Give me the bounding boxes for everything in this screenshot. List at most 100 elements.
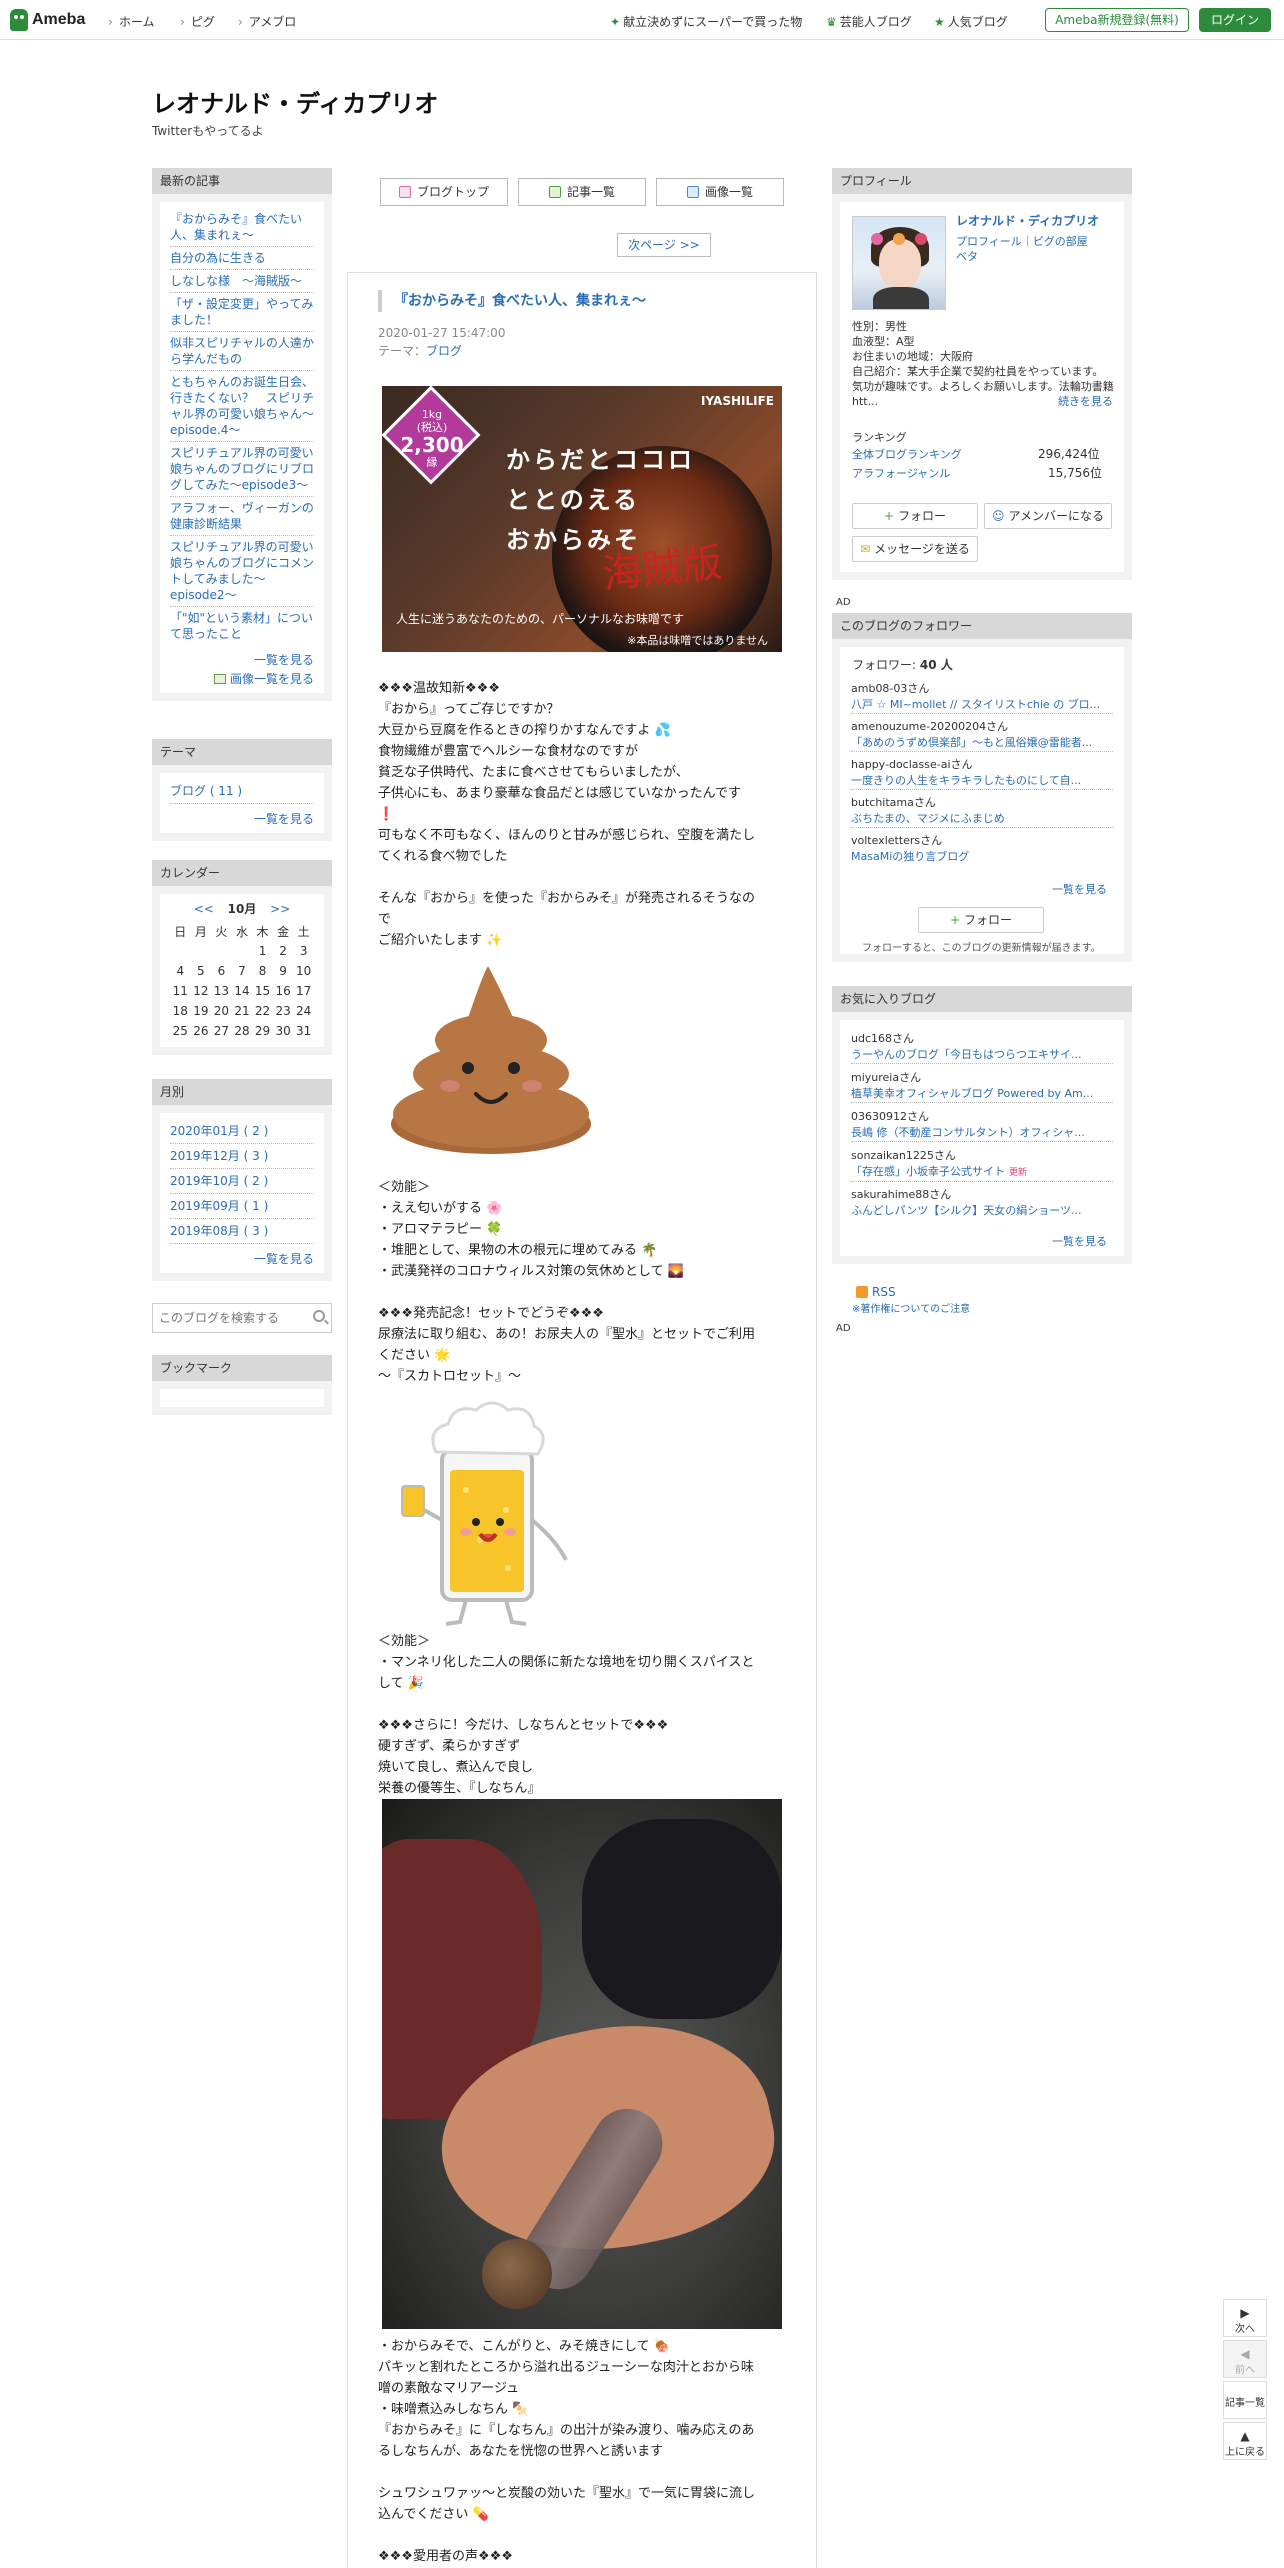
tab-image-list[interactable]: 画像一覧: [656, 178, 784, 206]
favorite-item: miyureiaさん 植草美幸オフィシャルブログ Powered by Am...: [851, 1070, 1113, 1103]
list-icon: [548, 186, 561, 198]
next-page-link[interactable]: 次ページ >>: [617, 233, 711, 257]
ameba-logo-icon: [10, 9, 28, 31]
popular-blog-link[interactable]: ★ 人気ブログ: [934, 13, 1008, 30]
hero-caption: 人生に迷うあなたのための、パーソナルなお味噌です: [396, 612, 685, 626]
calendar-day: 19: [193, 1004, 209, 1018]
prev-entry-button[interactable]: ◀ 前へ: [1223, 2340, 1267, 2378]
hand-photo[interactable]: [382, 1799, 782, 2329]
profile-name[interactable]: レオナルド・ディカプリオ: [956, 214, 1099, 229]
next-entry-button[interactable]: ▶ 次へ: [1223, 2299, 1267, 2337]
calendar-day: 2: [279, 944, 287, 958]
badge-weight: 1kg: [421, 408, 443, 421]
entry-title[interactable]: 『おからみそ』食べたい人、集まれぇ～: [378, 290, 646, 312]
trend-link[interactable]: ✦ 献立決めずにスーパーで買った物: [610, 13, 802, 30]
follower-blog-link[interactable]: 「あめのうずめ倶楽部」～もと風俗嬢@雷能者...: [851, 735, 1113, 752]
theme-link[interactable]: ブログ ( 11 ): [170, 779, 314, 804]
calendar-day: 6: [217, 964, 226, 978]
recent-entry-link[interactable]: 「ザ・設定変更」やってみました！: [170, 293, 314, 332]
recent-entry-link[interactable]: 似非スピリチャルの人達から学んだもの: [170, 332, 314, 371]
login-button[interactable]: ログイン: [1199, 8, 1271, 32]
ameba-logo[interactable]: Ameba: [10, 9, 85, 31]
follower-blog-link[interactable]: 一度きりの人生をキラキラしたものにして自...: [851, 773, 1113, 790]
entry-theme-link[interactable]: ブログ: [426, 344, 462, 358]
follower-blog-link[interactable]: 八戸 ☆ MI~mollet // スタイリストchie の ブロ...: [851, 697, 1113, 714]
entry-list-button[interactable]: 記事一覧: [1223, 2381, 1267, 2419]
favorite-blog-link[interactable]: ふんどしパンツ【シルク】天女の絹ショーツ...: [851, 1203, 1113, 1219]
tab-entry-list[interactable]: 記事一覧: [518, 178, 646, 206]
rank-genre-link[interactable]: アラフォージャンル: [852, 466, 950, 481]
recent-entry-link[interactable]: 『おからみそ』食べたい人、集まれぇ～: [170, 208, 314, 247]
favorite-blog-link[interactable]: うーやんのブログ「今日もはつらつエキサイ...: [851, 1047, 1113, 1064]
avatar-body: [873, 287, 929, 309]
body-text: ❗: [378, 807, 395, 822]
body-text: 込んでください 💊: [378, 2507, 489, 2522]
archive-more-link[interactable]: 一覧を見る: [254, 1252, 314, 1266]
follow-button-bottom[interactable]: + フォロー: [918, 907, 1044, 933]
search-icon[interactable]: [313, 1310, 325, 1322]
favorite-blog-link[interactable]: 植草美幸オフィシャルブログ Powered by Am...: [851, 1086, 1113, 1103]
archive-month-link[interactable]: 2019年10月 ( 2 ): [170, 1169, 314, 1194]
calendar-day: 29: [254, 1024, 271, 1038]
recent-more-link[interactable]: 一覧を見る: [254, 653, 314, 667]
favorite-blog-link[interactable]: 「存在感」小坂幸子公式サイト: [851, 1165, 1005, 1178]
recent-entry-link[interactable]: 「"如"という素材」について思ったこと: [170, 607, 314, 645]
tab-blog-top[interactable]: ブログトップ: [380, 178, 508, 206]
weekday-label: 日: [174, 924, 187, 939]
nav-home[interactable]: ホーム: [108, 13, 155, 30]
calendar-day: 4: [176, 964, 185, 978]
follower-blog-link[interactable]: MasaMiの独り言ブログ: [851, 849, 1113, 865]
recent-entry-link[interactable]: 自分の為に生きる: [170, 247, 314, 270]
register-button[interactable]: Ameba新規登録(無料): [1045, 8, 1189, 32]
body-text: ・堆肥として、果物の木の根元に埋めてみる 🌴: [378, 1243, 658, 1258]
okara-miso-banner-image[interactable]: 1kg (税込) 2,300 縁 IYASHILIFE からだとココロ ととのえ…: [382, 386, 782, 652]
profile-avatar[interactable]: [852, 216, 946, 310]
sparkle-icon: ✦: [610, 15, 621, 29]
profile-links[interactable]: プロフィール｜ピグの部屋: [956, 234, 1088, 249]
recent-entry-link[interactable]: ともちゃんのお誕生日会、行きたくない？ スピリチャル界の可愛い娘ちゃん～epis…: [170, 371, 314, 442]
ameba-logo-text: Ameba: [32, 11, 86, 28]
profile-beta-link[interactable]: ベタ: [956, 249, 978, 264]
recent-entry-link[interactable]: スピリチュアル界の可愛い娘ちゃんのブログにコメントしてみました～episode2…: [170, 536, 314, 607]
recent-entry-link[interactable]: スピリチュアル界の可愛い娘ちゃんのブログにリブログしてみた～episode3～: [170, 442, 314, 497]
favorite-blog-link[interactable]: 長嶋 修（不動産コンサルタント）オフィシャ...: [851, 1125, 1113, 1142]
recent-entry-link[interactable]: しなしな様 ～海賊版～: [170, 270, 314, 293]
rank-overall-link[interactable]: 全体ブログランキング: [852, 447, 962, 462]
blog-description: Twitterもやってるよ: [152, 124, 264, 138]
profile-more-link[interactable]: 続きを見る: [1058, 394, 1113, 409]
calendar-month: 10月: [227, 902, 257, 916]
celebrity-blog-link[interactable]: ♛ 芸能人ブログ: [826, 13, 912, 30]
recent-entry-link[interactable]: アラフォー、ヴィーガンの健康診断結果: [170, 497, 314, 536]
badge-price: 2,300: [400, 433, 464, 457]
avatar-flower: [893, 233, 905, 245]
archive-month-link[interactable]: 2020年01月 ( 2 ): [170, 1119, 314, 1144]
favorites-more-link[interactable]: 一覧を見る: [1052, 1234, 1107, 1249]
weekday-label: 土: [297, 924, 310, 939]
amember-button[interactable]: ☺ アメンバーになる: [984, 503, 1112, 529]
image-list-link[interactable]: 画像一覧を見る: [230, 672, 314, 686]
nav-ameblo[interactable]: アメブロ: [238, 13, 296, 30]
archive-month-link[interactable]: 2019年08月 ( 3 ): [170, 1219, 314, 1244]
nav-pigg[interactable]: ピグ: [180, 13, 215, 30]
calendar-day: 12: [193, 984, 209, 998]
follow-button[interactable]: + フォロー: [852, 503, 978, 529]
calendar-next-link[interactable]: >>: [270, 902, 290, 916]
body-text: 栄養の優等生、『しなちん』: [378, 1781, 541, 1796]
calendar-day: [211, 941, 232, 961]
blog-title[interactable]: レオナルド・ディカプリオ: [152, 84, 438, 119]
calendar-heading: カレンダー: [152, 860, 332, 886]
body-text: ❖❖❖発売記念！セットでどうぞ❖❖❖: [378, 1306, 604, 1321]
blog-search-input[interactable]: [153, 1304, 293, 1332]
send-message-button[interactable]: ✉ メッセージを送る: [852, 536, 978, 562]
calendar-prev-link[interactable]: <<: [194, 902, 214, 916]
global-header: Ameba ホーム ピグ アメブロ ✦献立決めずにスーパーで買った物 ♛芸能人ブ…: [0, 0, 1284, 40]
theme-more-link[interactable]: 一覧を見る: [254, 812, 314, 826]
follower-blog-link[interactable]: ぶちたまの、マジメにふまじめ: [851, 811, 1113, 828]
calendar-day: 13: [213, 984, 230, 998]
archive-month-link[interactable]: 2019年09月 ( 1 ): [170, 1194, 314, 1219]
copyright-note-link[interactable]: ※著作権についてのご注意: [852, 1302, 970, 1317]
rss-link[interactable]: RSS: [872, 1285, 896, 1300]
archive-month-link[interactable]: 2019年12月 ( 3 ): [170, 1144, 314, 1169]
back-to-top-button[interactable]: ▲ 上に戻る: [1223, 2422, 1267, 2460]
followers-more-link[interactable]: 一覧を見る: [1052, 882, 1107, 897]
